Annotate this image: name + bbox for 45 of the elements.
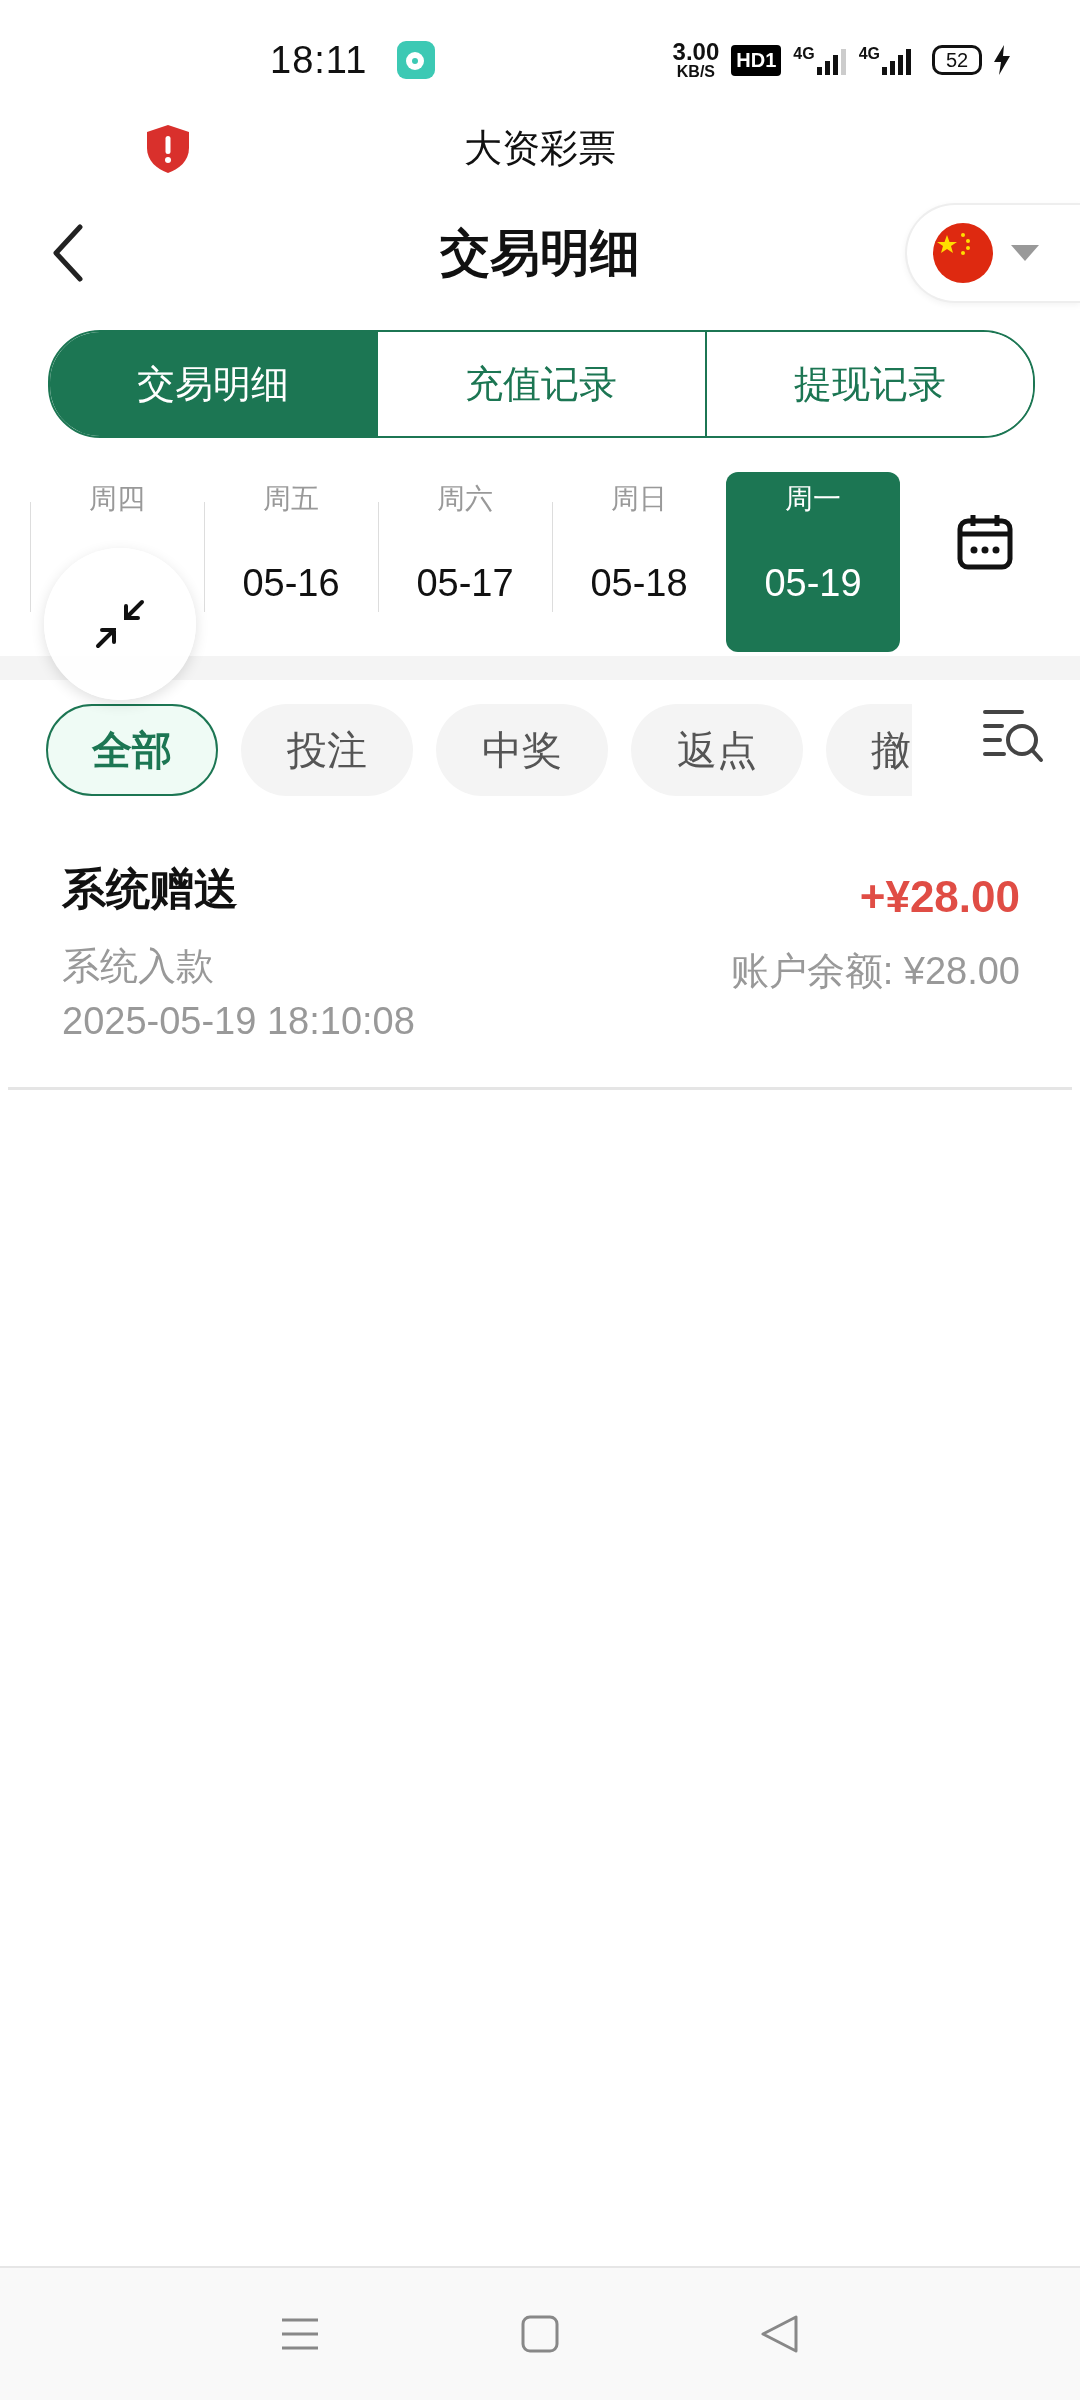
flag-icon <box>933 223 993 283</box>
shield-alert-icon <box>145 124 191 174</box>
account-balance: 账户余额: ¥28.00 <box>730 949 1020 994</box>
weekday-label: 周一 <box>785 482 841 516</box>
date-label: 05-17 <box>416 562 514 605</box>
date-item[interactable]: 周日 05-18 <box>552 472 726 652</box>
filter-chip[interactable]: 全部 <box>46 704 218 796</box>
weekday-label: 周六 <box>437 482 493 516</box>
speed-value: 3.00 <box>672 40 720 64</box>
back-triangle-icon[interactable] <box>760 2314 800 2354</box>
record-time: 2025-05-19 18:10:08 <box>62 1000 415 1043</box>
date-item[interactable]: 周六 05-17 <box>378 472 552 652</box>
weekday-label: 周五 <box>263 482 319 516</box>
tab[interactable]: 交易明细 <box>50 332 377 436</box>
date-label: 05-18 <box>590 562 688 605</box>
charging-icon <box>994 45 1010 75</box>
filter-chip[interactable]: 投注 <box>241 704 413 796</box>
date-item[interactable]: 周五 05-16 <box>204 472 378 652</box>
battery-level: 52 <box>932 45 982 75</box>
record-type: 系统入款 <box>62 944 215 989</box>
weekday-label: 周日 <box>611 482 667 516</box>
caret-icon <box>1011 245 1039 261</box>
app-name: 大资彩票 <box>464 125 616 171</box>
tab[interactable]: 提现记录 <box>704 332 1033 436</box>
record-title: 系统赠送 <box>62 863 239 915</box>
language-selector[interactable] <box>905 203 1080 303</box>
filter-chip[interactable]: 返点 <box>631 704 803 796</box>
app-notification-icon <box>397 41 436 79</box>
date-label: 05-19 <box>764 562 862 605</box>
date-item[interactable]: 周一 05-19 <box>726 472 900 652</box>
list-search-icon[interactable] <box>982 708 1044 764</box>
hd-badge: HD1 <box>731 44 782 76</box>
network-type: 4G <box>793 45 815 63</box>
date-label: 05-16 <box>242 562 340 605</box>
network-type: 4G <box>858 45 880 63</box>
calendar-icon[interactable] <box>955 512 1015 572</box>
weekday-label: 周四 <box>89 482 145 516</box>
record-item[interactable]: 系统赠送 系统入款 2025-05-19 18:10:08 +¥28.00 账户余额: ¥28.00 <box>8 820 1072 1090</box>
filter-chip[interactable]: 撤 <box>826 704 912 796</box>
speed-unit: KB/S <box>676 64 716 80</box>
clock-time: 18:11 <box>270 38 368 82</box>
page-title: 交易明细 <box>440 223 640 283</box>
home-icon[interactable] <box>520 2314 560 2354</box>
record-amount: +¥28.00 <box>859 872 1020 922</box>
filter-chip[interactable]: 中奖 <box>436 704 608 796</box>
